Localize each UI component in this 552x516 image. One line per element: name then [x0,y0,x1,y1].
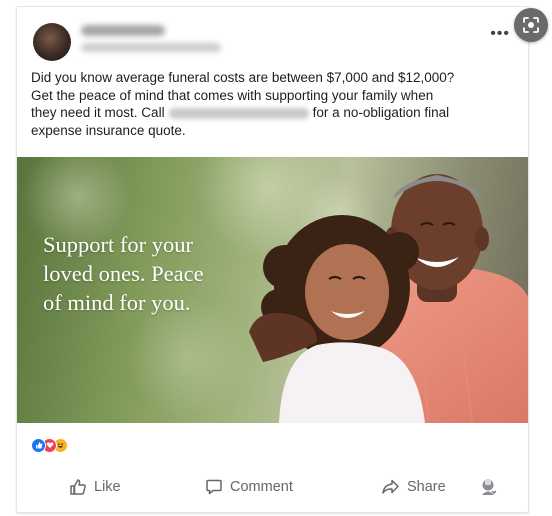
post-card: ••• Did you know average funeral costs a… [16,6,529,513]
post-header: ••• [17,7,528,67]
post-text: Did you know average funeral costs are b… [31,69,517,139]
profile-avatar-icon [482,479,497,495]
visual-search-button[interactable] [514,8,548,42]
page: ••• Did you know average funeral costs a… [0,0,552,516]
phone-number-redacted [168,107,309,119]
reaction-profile-button[interactable] [479,471,497,503]
post-actions: Like Comment Share [17,471,528,503]
author-name-redacted[interactable] [81,25,165,36]
post-text-line: Did you know average funeral costs are b… [31,70,455,85]
author-avatar[interactable] [33,23,71,61]
post-text-line: they need it most. Call for a no-obligati… [31,104,517,122]
more-options-icon[interactable]: ••• [490,26,510,42]
comment-label: Comment [230,479,293,495]
like-button[interactable]: Like [69,471,121,503]
reaction-summary[interactable] [31,437,68,453]
like-label: Like [94,479,121,495]
post-text-segment: for a no-obligation final [312,105,450,120]
image-overlay-text: Support for your loved ones. Peace of mi… [43,232,204,315]
share-icon [382,479,399,494]
post-text-line: expense insurance quote. [31,122,186,138]
lens-icon [523,17,539,33]
share-button[interactable]: Share [381,471,446,503]
comment-button[interactable]: Comment [205,471,293,503]
post-text-segment: they need it most. Call [31,105,165,120]
share-label: Share [407,479,446,495]
post-meta-redacted [81,43,221,52]
thumbs-up-icon [70,479,86,495]
post-image[interactable]: Support for your loved ones. Peace of mi… [17,157,528,423]
post-text-line: Get the peace of mind that comes with su… [31,87,434,103]
comment-icon [206,479,222,495]
like-reaction-icon [31,437,46,453]
